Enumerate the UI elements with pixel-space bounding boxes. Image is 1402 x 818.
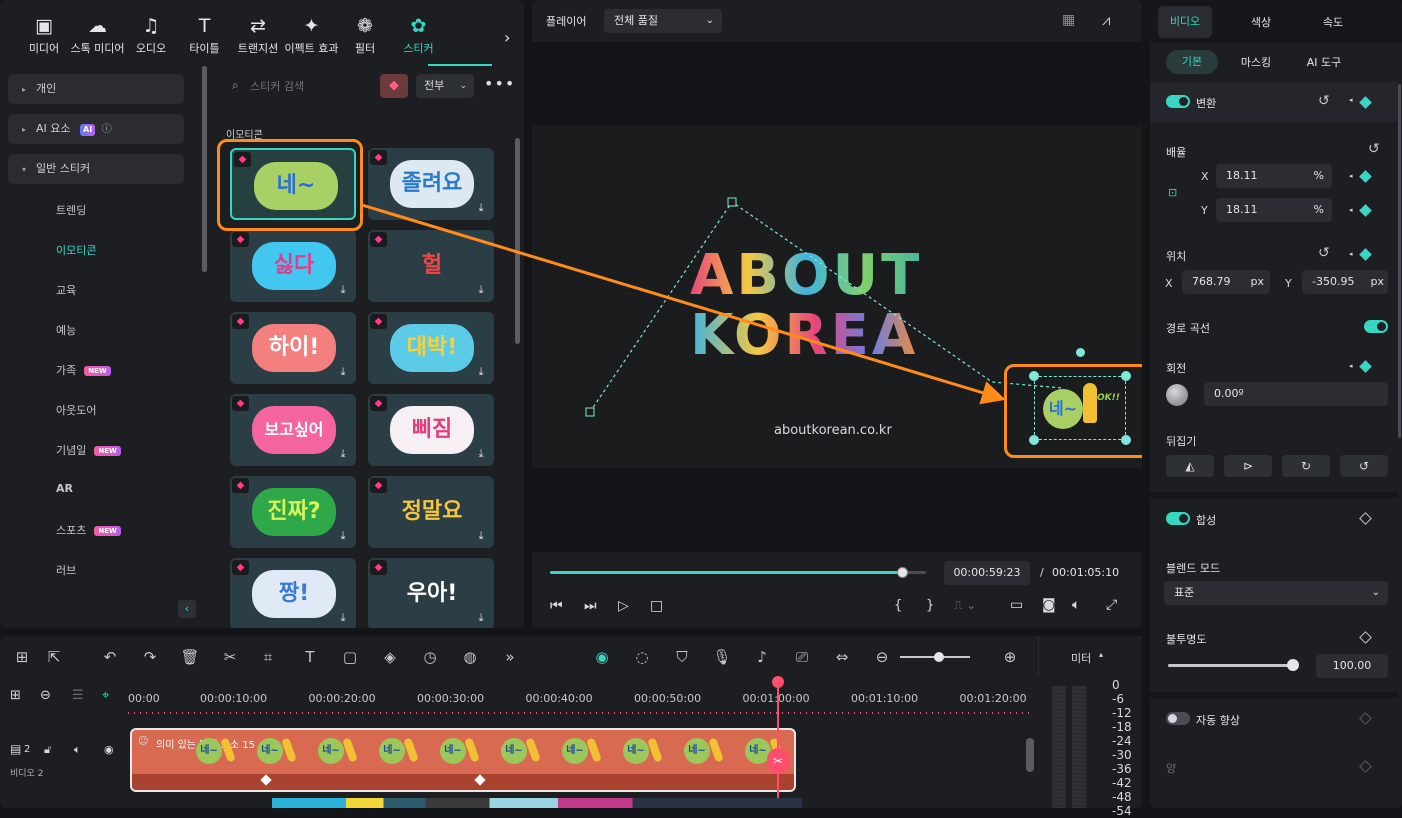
drag-arrow-overlay: [361, 203, 1006, 405]
